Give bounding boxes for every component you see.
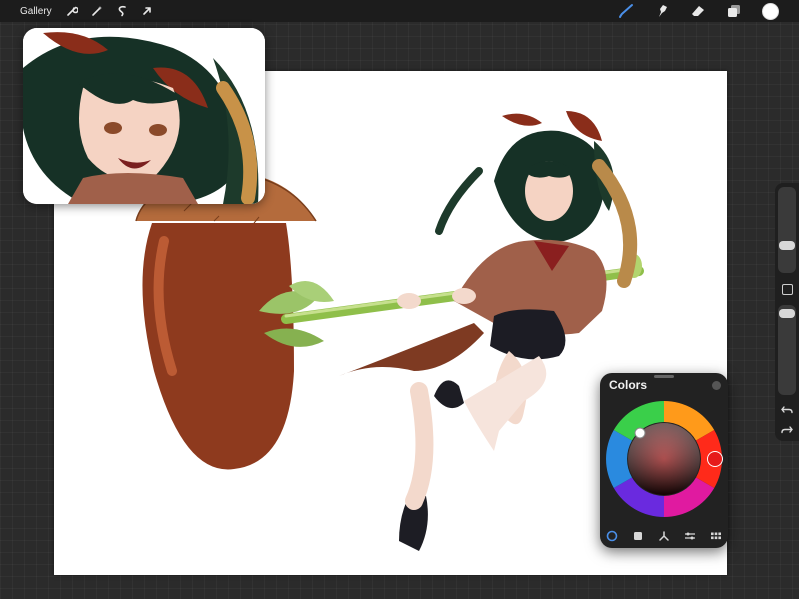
adjustments-button[interactable] xyxy=(89,3,105,19)
actions-button[interactable] xyxy=(64,3,80,19)
left-sidebar xyxy=(775,183,799,441)
eraser-icon xyxy=(692,6,704,16)
disc-tab[interactable] xyxy=(604,528,620,544)
square-icon xyxy=(634,532,642,540)
current-color-swatch xyxy=(761,2,779,20)
brush-size-thumb[interactable] xyxy=(779,241,795,250)
undo-icon[interactable] xyxy=(780,403,794,417)
right-toolbar xyxy=(617,0,779,22)
selection-button[interactable] xyxy=(114,3,130,19)
selection-icon xyxy=(118,5,126,17)
character-figure xyxy=(339,111,638,551)
top-toolbar: Gallery xyxy=(0,0,799,22)
disc-icon xyxy=(606,530,618,542)
gallery-button[interactable]: Gallery xyxy=(20,6,52,17)
transform-button[interactable] xyxy=(139,3,155,19)
colors-panel-tabs xyxy=(604,528,724,544)
palettes-tab[interactable] xyxy=(708,528,724,544)
reference-window[interactable] xyxy=(23,28,265,204)
smudge-button[interactable] xyxy=(653,2,671,20)
grid-icon xyxy=(711,532,721,540)
colors-panel: Colors xyxy=(600,373,728,548)
close-icon[interactable] xyxy=(712,381,721,390)
opacity-slider[interactable] xyxy=(778,305,796,395)
modify-button[interactable] xyxy=(782,284,793,295)
transform-arrow-icon xyxy=(142,7,151,15)
sliders-icon xyxy=(685,532,695,540)
eraser-button[interactable] xyxy=(689,2,707,20)
color-disc[interactable] xyxy=(604,399,724,519)
magic-wand-icon xyxy=(91,6,102,16)
classic-tab[interactable] xyxy=(630,528,646,544)
layers-icon xyxy=(728,5,740,17)
brush-button[interactable] xyxy=(617,2,635,20)
current-color-indicator[interactable] xyxy=(707,451,723,467)
reference-image xyxy=(23,28,265,204)
redo-icon[interactable] xyxy=(780,423,794,437)
value-tab[interactable] xyxy=(682,528,698,544)
wrench-icon xyxy=(66,6,78,16)
opacity-thumb[interactable] xyxy=(779,309,795,318)
harmony-tab[interactable] xyxy=(656,528,672,544)
brush-size-slider[interactable] xyxy=(778,187,796,273)
harmony-icon xyxy=(659,531,669,541)
color-button[interactable] xyxy=(761,2,779,20)
brush-icon xyxy=(619,4,633,18)
smudge-icon xyxy=(659,5,667,17)
panel-grabber[interactable] xyxy=(654,375,674,378)
layers-button[interactable] xyxy=(725,2,743,20)
colors-panel-title: Colors xyxy=(609,378,648,392)
